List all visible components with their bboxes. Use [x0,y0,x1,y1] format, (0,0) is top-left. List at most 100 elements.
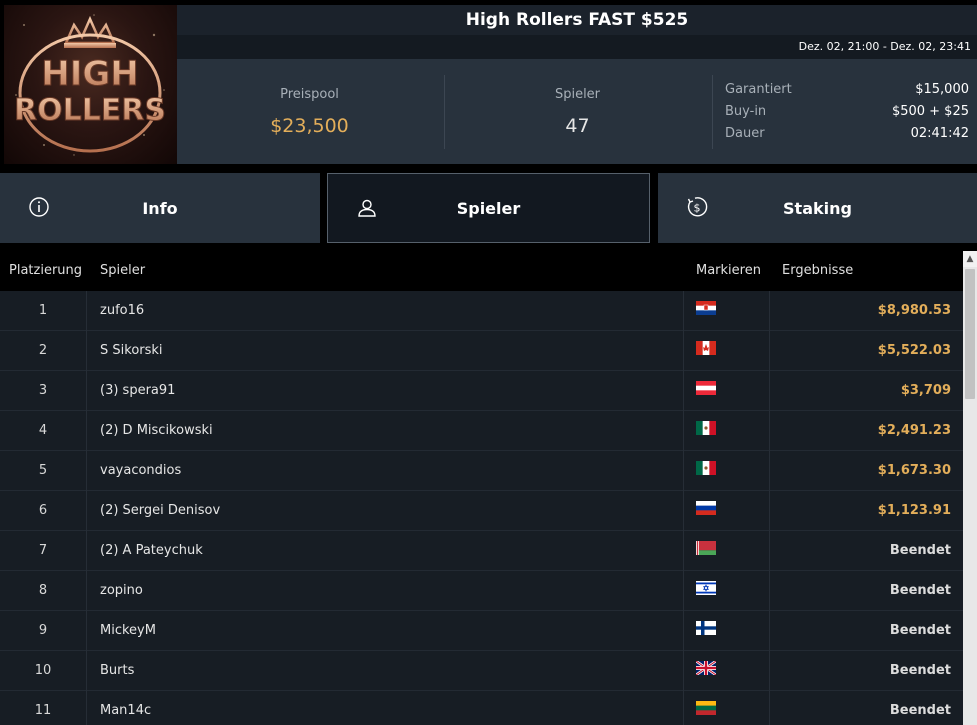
row-place: 11 [34,703,52,718]
high-rollers-logo-image: HIGH ROLLERS [13,14,167,156]
table-row[interactable]: 11 Man14c Beendet [0,691,963,725]
table-row[interactable]: 6 (2) Sergei Denisov $1,123.91 [0,491,963,531]
dollar-coin-icon: $ [687,197,708,217]
scrollbar-thumb[interactable] [965,269,975,399]
results-table-header: Platzierung Spieler Markieren Ergebnisse [0,251,963,291]
row-player-name: Burts [100,663,135,678]
row-result: Beendet [889,623,951,638]
column-separator [683,291,684,331]
table-row[interactable]: 3 (3) spera91 $3,709 [0,371,963,411]
table-row[interactable]: 10 Burts Beendet [0,651,963,691]
info-icon [29,197,49,217]
row-player-name: zopino [100,583,143,598]
detail-label: Dauer [725,126,765,141]
uk-flag-icon [695,659,717,677]
tournament-logo: HIGH ROLLERS [4,5,177,164]
column-header-place[interactable]: Platzierung [9,263,82,278]
column-separator [86,571,87,611]
column-separator [683,531,684,571]
table-row[interactable]: 2 S Sikorski $5,522.03 [0,331,963,371]
players-label: Spieler [554,87,601,102]
tab-players[interactable]: Spieler [327,173,650,243]
row-player-name: Man14c [100,703,152,718]
user-icon [358,199,376,217]
row-player-name: (2) A Pateychuk [100,543,203,558]
column-separator [86,331,87,371]
prize-pool-stat: Preispool $23,500 [177,59,442,164]
austria-flag-icon [696,381,716,396]
column-separator [769,611,770,651]
column-separator [683,651,684,691]
column-header-flag[interactable]: Markieren [696,263,761,278]
column-separator [769,451,770,491]
table-row[interactable]: 7 (2) A Pateychuk Beendet [0,531,963,571]
column-separator [86,291,87,331]
table-row[interactable]: 8 zopino Beendet [0,571,963,611]
row-result: Beendet [889,663,951,678]
detail-value: $15,000 [915,82,969,97]
tab-info[interactable]: Info [0,173,320,243]
row-place: 4 [38,423,48,438]
finland-flag-icon [696,621,716,635]
column-separator [683,411,684,451]
column-separator [683,491,684,531]
column-header-player[interactable]: Spieler [100,263,145,278]
row-player-name: vayacondios [100,463,182,478]
row-player-name: (2) D Miscikowski [100,423,213,438]
row-result: Beendet [889,703,951,718]
svg-text:$: $ [694,202,701,215]
column-separator [769,491,770,531]
canada-flag-icon [696,341,717,355]
croatia-flag-icon [696,301,716,316]
row-place: 9 [38,623,48,638]
table-row[interactable]: 9 MickeyM Beendet [0,611,963,651]
table-scrollbar[interactable]: ▲ [963,251,977,725]
row-player-name: (2) Sergei Denisov [100,503,221,518]
column-separator [86,491,87,531]
belarus-flag-icon [696,541,716,555]
column-header-results[interactable]: Ergebnisse [782,263,853,278]
tournament-title: High Rollers FAST $525 [465,10,689,30]
row-result: $2,491.23 [877,423,951,438]
column-separator [769,291,770,331]
lithuania-flag-icon [696,701,716,716]
tournament-date-range: Dez. 02, 21:00 - Dez. 02, 23:41 [798,40,971,53]
table-row[interactable]: 4 (2) D Miscikowski $2,491.23 [0,411,963,451]
detail-buy-in: Buy-in $500 + $25 [725,104,969,124]
date-bar: Dez. 02, 21:00 - Dez. 02, 23:41 [177,35,977,59]
mexico-flag-icon [696,421,717,435]
row-result: $1,673.30 [877,463,951,478]
column-separator [683,571,684,611]
prize-pool-value: $23,500 [270,115,349,137]
column-separator [683,611,684,651]
row-player-name: MickeyM [100,623,156,638]
detail-value: $500 + $25 [891,104,969,119]
column-separator [683,451,684,491]
column-separator [769,411,770,451]
row-player-name: (3) spera91 [100,383,176,398]
column-separator [86,411,87,451]
row-place: 1 [38,303,48,318]
table-row[interactable]: 1 zufo16 $8,980.53 [0,291,963,331]
column-separator [683,691,684,725]
column-separator [769,571,770,611]
column-separator [86,371,87,411]
title-bar: High Rollers FAST $525 [177,5,977,35]
players-value: 47 [565,115,590,137]
detail-label: Buy-in [725,104,767,119]
scroll-up-arrow-icon[interactable]: ▲ [963,251,977,267]
row-result: Beendet [889,543,951,558]
column-separator [769,371,770,411]
detail-guaranteed: Garantiert $15,000 [725,82,969,102]
column-separator [769,531,770,571]
detail-value: 02:41:42 [910,126,969,141]
russia-flag-icon [696,501,716,516]
table-row[interactable]: 5 vayacondios $1,673.30 [0,451,963,491]
players-stat: Spieler 47 [445,59,710,164]
row-result: Beendet [889,583,951,598]
tab-staking[interactable]: $ Staking [658,173,977,243]
row-place: 3 [38,383,48,398]
row-player-name: S Sikorski [100,343,163,358]
row-place: 10 [34,663,52,678]
logo-text-top: HIGH [41,54,138,94]
